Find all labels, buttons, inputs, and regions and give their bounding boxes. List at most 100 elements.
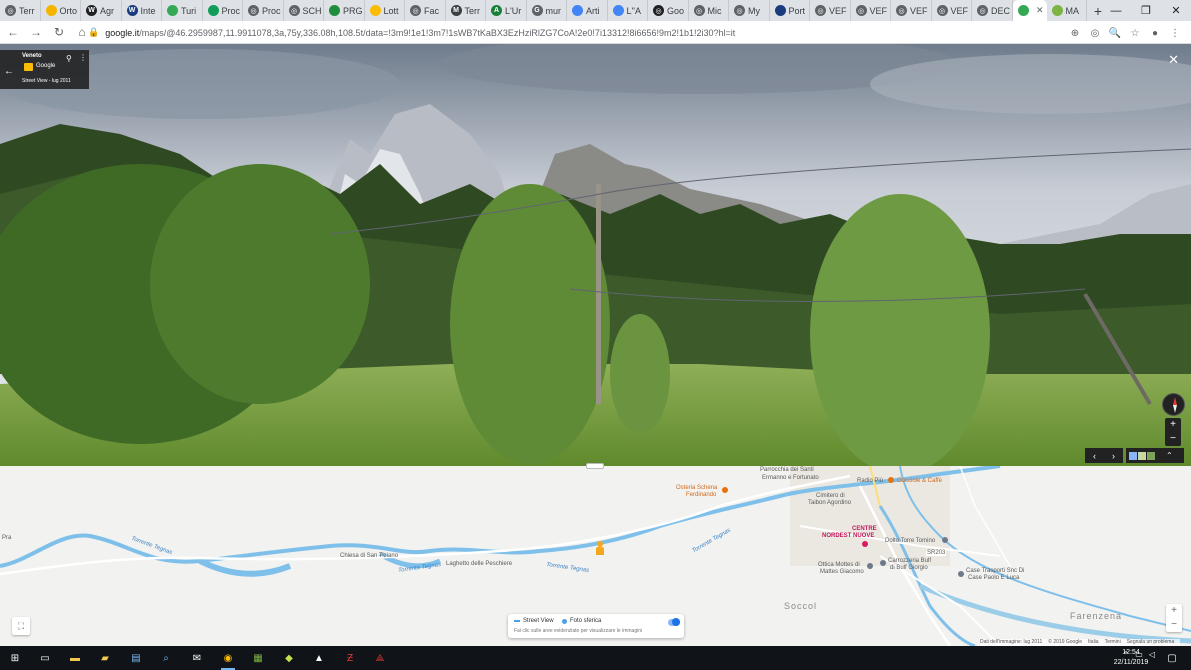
windows-start-icon[interactable]: ⊞ — [6, 649, 24, 667]
map-label[interactable]: Laghetto delle Peschiere — [446, 561, 512, 567]
filezilla-icon[interactable]: Ƶ — [341, 649, 359, 667]
spreadsheet-icon[interactable]: ▦ — [249, 649, 267, 667]
browser-tab[interactable]: ◎ VEF — [810, 0, 851, 21]
more-options-icon[interactable]: ⋮ — [79, 53, 87, 62]
place-icon[interactable] — [880, 560, 886, 566]
search-app-icon[interactable]: ⌕ — [157, 649, 175, 667]
browser-tab[interactable]: ◎ VEF — [932, 0, 972, 21]
map-label[interactable]: Taibon Agordino — [808, 500, 851, 506]
browser-tab[interactable]: ◎ My — [729, 0, 770, 21]
close-window-icon[interactable]: ✕ — [1161, 0, 1191, 21]
star-icon[interactable]: ☆ — [1125, 23, 1145, 43]
browser-tab[interactable]: Gmur — [527, 0, 567, 21]
map-zoom-in-button[interactable]: + — [1166, 604, 1182, 618]
browser-tab[interactable]: Port — [770, 0, 810, 21]
notification-icon[interactable]: ▢ — [1164, 650, 1180, 666]
close-tab-icon[interactable]: ✕ — [1036, 5, 1044, 16]
restaurant-icon[interactable] — [722, 487, 728, 493]
browser-tab[interactable]: MA — [1047, 0, 1087, 21]
imagery-thumbnails[interactable]: ⌃ — [1126, 448, 1184, 463]
place-icon[interactable] — [942, 537, 948, 543]
map-label[interactable]: Parrocchia dei Santi — [760, 467, 814, 473]
browser-tab[interactable]: Orto — [41, 0, 81, 21]
shop-icon[interactable] — [862, 541, 868, 547]
map-label[interactable]: Radio Più — [857, 478, 883, 484]
browser-tab[interactable]: Arti — [567, 0, 608, 21]
reload-icon[interactable]: ↻ — [49, 22, 69, 42]
map-label[interactable]: Chiesa di San Tiziano — [340, 553, 398, 559]
map-label[interactable]: Ottica Mottes di — [818, 562, 860, 568]
thumbnail[interactable] — [1129, 451, 1137, 460]
map-label[interactable]: Pra — [2, 535, 11, 541]
map-label[interactable]: NORDEST NUOVE — [822, 533, 874, 539]
image-viewer-icon[interactable]: ▲ — [310, 649, 328, 667]
browser-tab[interactable]: ◎ Terr — [0, 0, 41, 21]
qgis-icon[interactable]: ◆ — [280, 649, 298, 667]
attribution-item[interactable]: Italia — [1088, 639, 1099, 646]
attribution-item[interactable]: Segnala un problema — [1127, 639, 1175, 646]
map-label[interactable]: Case Paolo E Luca — [968, 575, 1019, 581]
browser-tab[interactable]: Proc — [203, 0, 243, 21]
pin-icon[interactable]: ⚲ — [66, 54, 72, 63]
document-app-icon[interactable]: ▤ — [127, 649, 145, 667]
zoom-out-button[interactable]: − — [1165, 432, 1181, 446]
map-label[interactable]: CENTRE — [852, 526, 877, 532]
browser-tab[interactable]: ◎ Goo — [648, 0, 689, 21]
zoom-in-button[interactable]: + — [1165, 418, 1181, 432]
panel-divider-handle[interactable] — [586, 463, 604, 469]
chrome-icon[interactable]: ◉ — [219, 649, 237, 670]
back-icon[interactable]: ← — [3, 22, 23, 42]
browser-tab[interactable]: ◎ VEF — [851, 0, 891, 21]
minimize-icon[interactable]: — — [1101, 0, 1131, 21]
map-label[interactable]: Mattes Giacomo — [820, 569, 864, 575]
browser-tab[interactable]: A L'Ur — [486, 0, 527, 21]
map-label[interactable]: Gocciole & Caffè — [897, 478, 942, 484]
lens-icon[interactable]: ◎ — [1085, 23, 1105, 43]
map-label[interactable]: Cimitero di — [816, 493, 845, 499]
location-icon[interactable]: ⊕ — [1065, 23, 1085, 43]
map-label[interactable]: Dolto Torre Tomino — [885, 538, 935, 544]
pegman-icon[interactable] — [596, 541, 604, 555]
browser-tab-active[interactable]: ✕ — [1012, 0, 1047, 21]
map-label[interactable]: Carrozzeria Bulf — [888, 558, 931, 564]
place-icon[interactable] — [958, 571, 964, 577]
map-label[interactable]: Osteria Schena — [676, 485, 717, 491]
cafe-icon[interactable] — [888, 477, 894, 483]
file-explorer-icon[interactable]: ▬ — [66, 649, 84, 667]
task-view-icon[interactable]: ▭ — [36, 649, 54, 667]
folder-icon[interactable]: ▰ — [96, 649, 114, 667]
forward-icon[interactable]: → — [26, 22, 46, 42]
browser-tab[interactable]: W Agr — [81, 0, 122, 21]
map-label[interactable]: Farenzena — [1070, 611, 1122, 621]
browser-tab[interactable]: Lott — [365, 0, 405, 21]
map-zoom-out-button[interactable]: − — [1166, 618, 1182, 632]
browser-tab[interactable]: ◎ SCH — [284, 0, 324, 21]
map-label[interactable]: Soccol — [784, 601, 817, 611]
acrobat-icon[interactable]: ⟁ — [371, 649, 389, 667]
system-clock[interactable]: 12:54 22/11/2019 — [1110, 648, 1152, 668]
browser-tab[interactable]: L''A — [608, 0, 648, 21]
browser-tab[interactable]: ◎ Mic — [689, 0, 729, 21]
map-label[interactable]: Case Trasporti Snc Di — [966, 568, 1024, 574]
thumbnail[interactable] — [1138, 451, 1146, 460]
browser-tab[interactable]: ◎ Fac — [405, 0, 446, 21]
browser-tab[interactable]: M Terr — [446, 0, 486, 21]
coverage-toggle[interactable] — [668, 618, 680, 626]
account-icon[interactable]: ● — [1145, 23, 1165, 43]
menu-icon[interactable]: ⋮ — [1165, 23, 1185, 43]
browser-tab[interactable]: ◎ Proc — [243, 0, 284, 21]
thumbnail[interactable] — [1147, 451, 1155, 460]
place-icon[interactable] — [867, 563, 873, 569]
map-label[interactable]: di Bulf Giorgio — [890, 565, 928, 571]
capture-date[interactable]: Street View - lug 2011 — [22, 78, 71, 84]
browser-tab[interactable]: ◎ VEF — [891, 0, 932, 21]
fullscreen-icon[interactable]: ⛶ — [12, 617, 30, 635]
browser-tab[interactable]: Turi — [162, 0, 203, 21]
lock-icon[interactable]: 🔒 — [88, 27, 99, 38]
close-street-view-icon[interactable]: ✕ — [1168, 52, 1179, 68]
next-icon[interactable]: › — [1104, 448, 1123, 463]
restore-icon[interactable]: ❐ — [1131, 0, 1161, 21]
previous-icon[interactable]: ‹ — [1085, 448, 1104, 463]
photo-author[interactable]: Google — [36, 63, 55, 69]
expand-up-icon[interactable]: ⌃ — [1166, 451, 1173, 460]
